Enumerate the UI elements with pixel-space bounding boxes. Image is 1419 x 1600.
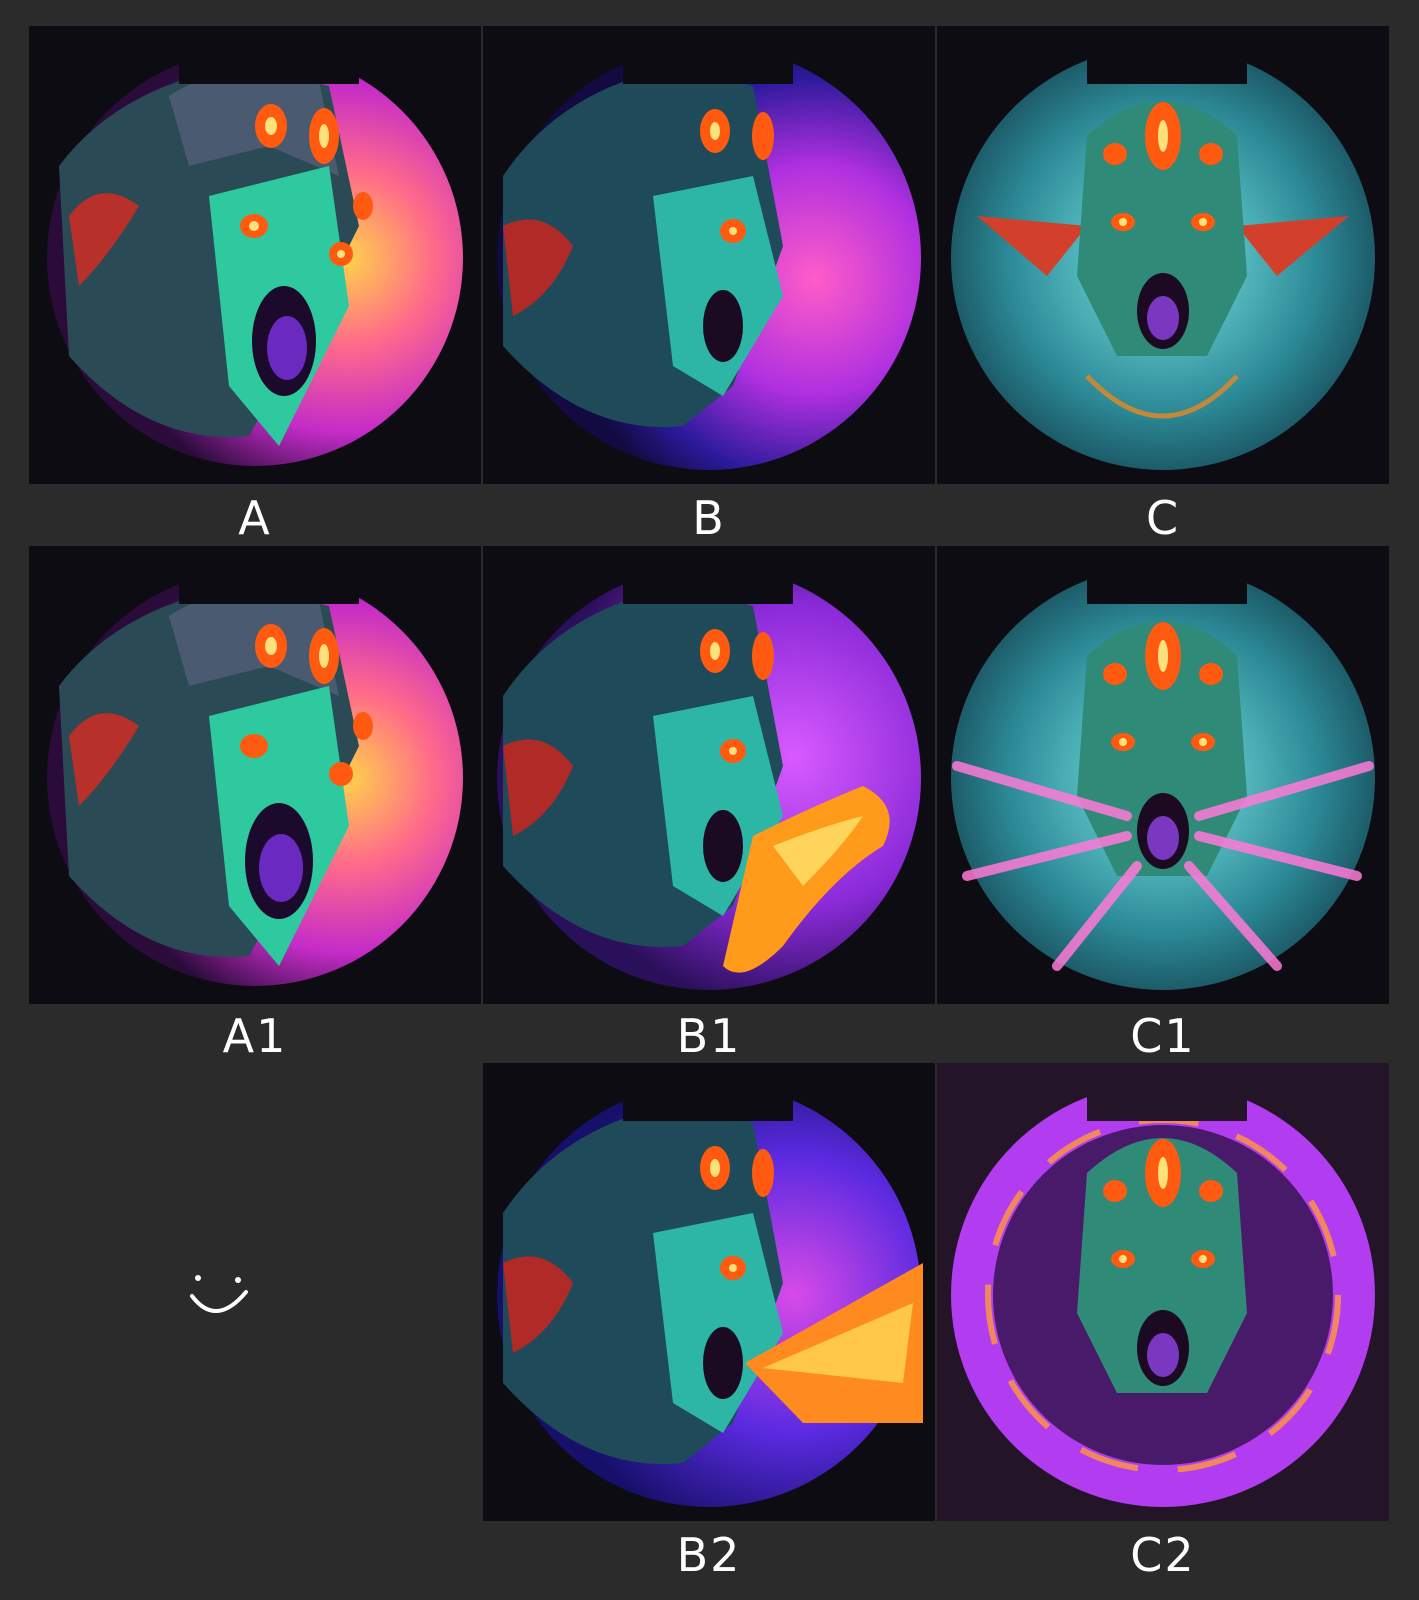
creature-portrait-icon <box>951 1063 1375 1507</box>
icon-tile-b2 <box>483 1063 935 1521</box>
icon-tile-a <box>29 26 481 484</box>
creature-portrait-icon <box>497 26 921 470</box>
tile-label: A1 <box>222 1009 288 1063</box>
tile-label: A <box>238 491 272 545</box>
smiley-face-icon <box>190 1275 248 1314</box>
creature-portrait-icon <box>497 1063 923 1507</box>
tile-label: B2 <box>676 1528 742 1582</box>
tile-label: C <box>1145 491 1181 545</box>
tile-label: B1 <box>676 1009 742 1063</box>
icon-tile-c1 <box>937 546 1389 1004</box>
tile-label: C2 <box>1130 1528 1196 1582</box>
creature-portrait-icon <box>47 26 463 466</box>
icon-tile-c <box>937 26 1389 484</box>
creature-portrait-icon <box>951 546 1375 990</box>
tile-label: C1 <box>1130 1009 1196 1063</box>
icon-tile-b1 <box>483 546 935 1004</box>
icon-tile-c2 <box>937 1063 1389 1521</box>
tile-label: B <box>692 491 726 545</box>
creature-portrait-icon <box>951 26 1375 470</box>
creature-portrait-icon <box>497 546 921 990</box>
creature-portrait-icon <box>47 546 463 986</box>
icon-tile-b <box>483 26 935 484</box>
icon-tile-a1 <box>29 546 481 1004</box>
